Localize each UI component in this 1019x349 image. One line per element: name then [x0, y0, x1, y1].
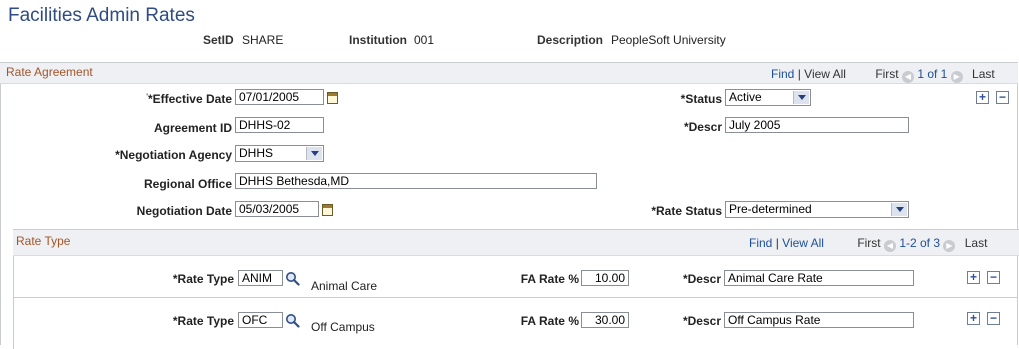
regional-office-input[interactable]: DHHS Bethesda,MD — [235, 173, 597, 189]
effective-date-label: '*Effective Date — [146, 92, 232, 106]
calendar-icon[interactable] — [322, 204, 333, 216]
lookup-search-icon[interactable] — [285, 313, 300, 328]
fa-rate-input[interactable]: 10.00 — [581, 270, 629, 286]
negotiation-date-label: Negotiation Date — [136, 204, 232, 218]
rate-agreement-first-label: First — [875, 67, 899, 81]
negotiation-agency-select[interactable]: DHHS — [235, 145, 324, 162]
add-row-button[interactable]: + — [967, 312, 980, 325]
descr-label: *Descr — [682, 314, 721, 328]
lookup-search-icon[interactable] — [285, 271, 300, 286]
rate-type-find-link[interactable]: Find — [749, 236, 772, 250]
add-row-button[interactable]: + — [967, 271, 980, 284]
descr-input[interactable]: July 2005 — [725, 117, 909, 133]
nav-separator: | — [775, 236, 779, 250]
rate-type-nav: Find | View All First ◀ 1-2 of 3 ▶ Last — [749, 236, 987, 252]
setid-value: SHARE — [242, 33, 284, 47]
negotiation-agency-value: DHHS — [239, 146, 274, 160]
calendar-icon[interactable] — [327, 92, 338, 104]
rate-type-description: Off Campus — [311, 320, 375, 334]
rate-agreement-count: 1 of 1 — [917, 67, 948, 81]
chevron-down-icon[interactable] — [306, 147, 322, 160]
add-row-button[interactable]: + — [976, 91, 989, 104]
delete-row-button[interactable]: − — [996, 91, 1009, 104]
description-label: Description — [537, 33, 604, 47]
rate-agreement-last-label: Last — [972, 67, 995, 81]
rate-agreement-view-all-link[interactable]: View All — [804, 67, 846, 81]
status-select[interactable]: Active — [725, 89, 811, 106]
nav-separator: | — [797, 67, 801, 81]
institution-label: Institution — [349, 33, 407, 47]
fa-rate-label: FA Rate % — [520, 272, 579, 286]
descr-label: *Descr — [683, 120, 722, 134]
rate-type-title: Rate Type — [16, 234, 71, 248]
rate-agreement-nav: Find | View All First ◀ 1 of 1 ▶ Last — [771, 67, 995, 83]
setid-label: SetID — [203, 33, 234, 47]
descr-input[interactable]: Off Campus Rate — [724, 312, 914, 328]
negotiation-date-input[interactable]: 05/03/2005 — [235, 201, 319, 217]
rate-status-select[interactable]: Pre-determined — [725, 201, 909, 218]
negotiation-agency-label: *Negotiation Agency — [115, 148, 232, 162]
chevron-down-icon[interactable] — [793, 91, 809, 104]
effective-date-input[interactable]: 07/01/2005 — [235, 89, 324, 105]
previous-icon[interactable]: ◀ — [883, 240, 896, 252]
description-value: PeopleSoft University — [611, 33, 726, 47]
descr-label: *Descr — [682, 272, 721, 286]
rate-type-input[interactable]: ANIM — [238, 270, 283, 286]
next-icon[interactable]: ▶ — [943, 240, 956, 252]
fa-rate-input[interactable]: 30.00 — [581, 312, 629, 328]
rate-type-label: *Rate Type — [172, 272, 234, 286]
page-title: Facilities Admin Rates — [8, 5, 195, 26]
delete-row-button[interactable]: − — [987, 312, 1000, 325]
agreement-id-label: Agreement ID — [153, 121, 232, 135]
rate-type-label: *Rate Type — [172, 314, 234, 328]
status-value: Active — [729, 90, 762, 104]
next-icon[interactable]: ▶ — [950, 71, 963, 83]
row-divider — [14, 297, 1018, 298]
rate-status-label: *Rate Status — [651, 204, 722, 218]
rate-type-description: Animal Care — [311, 279, 378, 293]
fa-rate-label: FA Rate % — [520, 314, 579, 328]
delete-row-button[interactable]: − — [987, 271, 1000, 284]
rate-type-count: 1-2 of 3 — [899, 236, 941, 250]
institution-value: 001 — [414, 33, 435, 47]
rate-agreement-find-link[interactable]: Find — [771, 67, 794, 81]
rate-type-input[interactable]: OFC — [238, 312, 283, 328]
rate-type-first-label: First — [857, 236, 881, 250]
rate-type-last-label: Last — [964, 236, 988, 250]
chevron-down-icon[interactable] — [891, 203, 907, 216]
rate-status-value: Pre-determined — [729, 202, 812, 216]
agreement-id-input[interactable]: DHHS-02 — [235, 117, 324, 133]
descr-input[interactable]: Animal Care Rate — [724, 270, 914, 286]
rate-type-view-all-link[interactable]: View All — [782, 236, 824, 250]
rate-agreement-title: Rate Agreement — [6, 65, 93, 79]
regional-office-label: Regional Office — [143, 177, 232, 191]
status-label: *Status — [680, 92, 722, 106]
previous-icon[interactable]: ◀ — [901, 71, 914, 83]
